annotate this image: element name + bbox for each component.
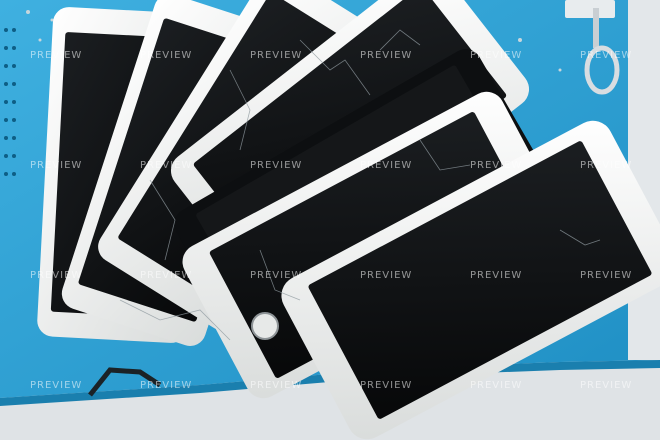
watermark-text: PREVIEW bbox=[30, 270, 82, 281]
watermark-text: PREVIEW bbox=[140, 380, 192, 391]
watermark-text: PREVIEW bbox=[250, 50, 302, 61]
watermark-text: PREVIEW bbox=[470, 160, 522, 171]
watermark-text: PREVIEW bbox=[30, 160, 82, 171]
watermark-text: PREVIEW bbox=[140, 50, 192, 61]
watermark-text: PREVIEW bbox=[140, 270, 192, 281]
watermark-text: PREVIEW bbox=[250, 270, 302, 281]
watermark-text: PREVIEW bbox=[580, 270, 632, 281]
watermark-text: PREVIEW bbox=[360, 380, 412, 391]
watermark-text: PREVIEW bbox=[470, 270, 522, 281]
watermark-text: PREVIEW bbox=[30, 380, 82, 391]
watermark-text: PREVIEW bbox=[140, 160, 192, 171]
watermark-text: PREVIEW bbox=[250, 160, 302, 171]
watermark-text: PREVIEW bbox=[470, 380, 522, 391]
watermark-text: PREVIEW bbox=[250, 380, 302, 391]
watermark-text: PREVIEW bbox=[30, 50, 82, 61]
watermark-text: PREVIEW bbox=[470, 50, 522, 61]
watermark-text: PREVIEW bbox=[360, 50, 412, 61]
photo-scene: PREVIEW PREVIEW PREVIEW PREVIEW PREVIEW PREVI… bbox=[0, 0, 660, 440]
photo-canvas: PREVIEW PREVIEW PREVIEW PREVIEW PREVIEW PREVI… bbox=[0, 0, 660, 440]
watermark-text: PREVIEW bbox=[360, 270, 412, 281]
home-button bbox=[251, 312, 279, 340]
watermark-text: PREVIEW bbox=[580, 160, 632, 171]
watermark-text: PREVIEW bbox=[360, 160, 412, 171]
watermark-text: PREVIEW bbox=[580, 380, 632, 391]
watermark-text: PREVIEW bbox=[580, 50, 632, 61]
